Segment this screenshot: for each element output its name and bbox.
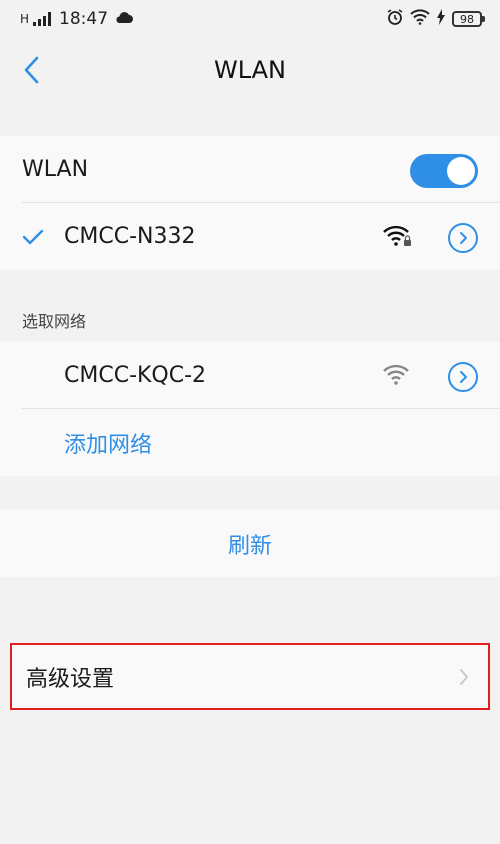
network-detail-button[interactable] (448, 223, 478, 253)
toggle-knob (447, 157, 475, 185)
carrier-label: H (20, 12, 30, 26)
add-network-row[interactable]: 添加网络 (0, 409, 500, 476)
wlan-toggle-row: WLAN (0, 136, 500, 203)
advanced-settings-row[interactable]: 高级设置 (10, 643, 490, 710)
available-networks-section: CMCC-KQC-2 添加网络 (0, 342, 500, 476)
checkmark-icon (22, 226, 44, 248)
wlan-label: WLAN (22, 157, 89, 182)
status-left: H 18:47 (20, 9, 134, 29)
status-right: 98 (386, 8, 485, 31)
refresh-button[interactable]: 刷新 (228, 528, 272, 560)
status-time: 18:47 (59, 9, 109, 29)
alarm-icon (386, 8, 404, 31)
wifi-icon (410, 8, 430, 30)
connected-ssid: CMCC-N332 (64, 224, 196, 249)
wifi-icon (382, 364, 412, 390)
add-network-link[interactable]: 添加网络 (64, 427, 152, 459)
chevron-right-icon (460, 371, 467, 383)
battery-icon: 98 (452, 11, 485, 27)
cloud-icon (114, 9, 134, 29)
wlan-section: WLAN CMCC-N332 (0, 136, 500, 270)
status-bar: H 18:47 98 (0, 0, 500, 38)
signal-icon (33, 12, 52, 26)
chevron-right-icon (460, 232, 467, 244)
back-button[interactable] (22, 52, 58, 88)
nav-bar: WLAN (0, 38, 500, 102)
refresh-row[interactable]: 刷新 (0, 510, 500, 577)
chevron-right-icon (458, 667, 470, 691)
wlan-toggle-switch[interactable] (410, 154, 478, 188)
wifi-locked-icon (382, 225, 412, 251)
network-detail-button[interactable] (448, 362, 478, 392)
connected-network-row[interactable]: CMCC-N332 (0, 203, 500, 270)
page-title: WLAN (213, 56, 287, 84)
battery-level: 98 (460, 12, 474, 26)
charging-icon (436, 8, 446, 30)
select-network-header: 选取网络 (22, 312, 87, 331)
chevron-left-icon (24, 56, 39, 84)
network-row[interactable]: CMCC-KQC-2 (0, 342, 500, 409)
network-ssid: CMCC-KQC-2 (64, 363, 207, 388)
advanced-settings-label: 高级设置 (26, 666, 115, 692)
